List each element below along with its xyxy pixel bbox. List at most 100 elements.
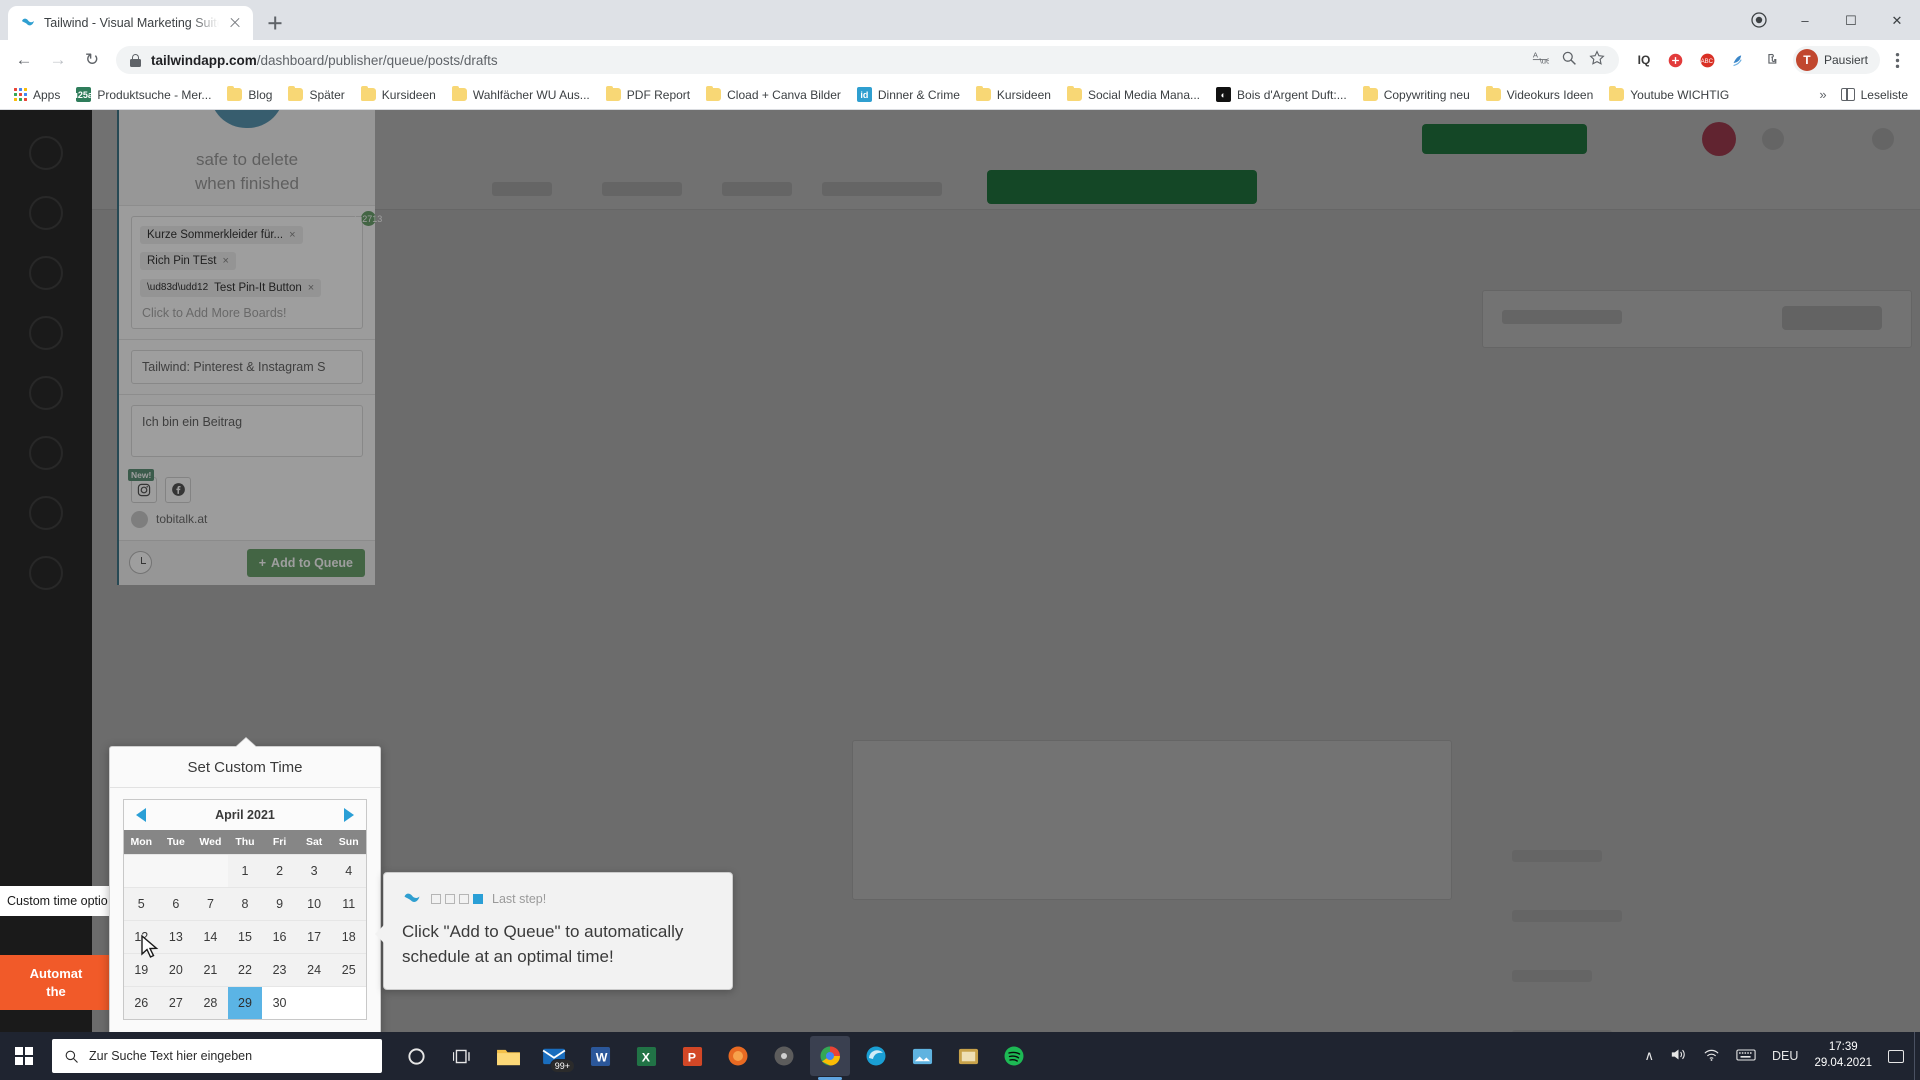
remove-board-icon[interactable]: ×: [308, 282, 314, 294]
calendar-day[interactable]: 25: [331, 953, 366, 986]
calendar-day[interactable]: 22: [227, 953, 263, 986]
bookmark-apps[interactable]: Apps: [6, 85, 68, 105]
calendar-day[interactable]: 9: [262, 887, 297, 920]
calendar-day[interactable]: 30: [262, 986, 297, 1019]
bookmark-item-wahlfaecher[interactable]: Wahlfächer WU Aus...: [444, 85, 598, 105]
calendar-day[interactable]: 20: [158, 953, 194, 986]
address-bar[interactable]: tailwindapp.com/dashboard/publisher/queu…: [116, 46, 1619, 74]
volume-icon[interactable]: [1670, 1047, 1687, 1065]
red-extension-icon[interactable]: [1661, 45, 1691, 75]
task-view-icon[interactable]: [442, 1036, 482, 1076]
taskbar-app-mail[interactable]: 99+: [534, 1036, 575, 1076]
taskbar-app-file-explorer[interactable]: [488, 1036, 528, 1076]
bookmark-item-blog[interactable]: Blog: [219, 85, 280, 105]
calendar-day[interactable]: 4: [331, 854, 366, 887]
record-icon[interactable]: [1736, 0, 1782, 40]
add-to-queue-button[interactable]: + Add to Queue: [246, 548, 365, 577]
wifi-icon[interactable]: [1703, 1047, 1720, 1065]
taskbar-search-input[interactable]: Zur Suche Text hier eingeben: [52, 1039, 382, 1073]
calendar-day[interactable]: 13: [158, 920, 194, 953]
bookmark-item-social-media[interactable]: Social Media Mana...: [1059, 85, 1208, 105]
calendar-day[interactable]: 3: [296, 854, 332, 887]
taskbar-app-chrome[interactable]: [810, 1036, 850, 1080]
calendar-day[interactable]: 2: [262, 854, 297, 887]
notification-icon[interactable]: [1888, 1049, 1904, 1063]
taskbar-app-word[interactable]: W: [580, 1036, 620, 1076]
taskbar-app-powerpoint[interactable]: P: [672, 1036, 712, 1076]
automate-button[interactable]: Automat the: [0, 955, 112, 1011]
calendar-day[interactable]: 14: [193, 920, 228, 953]
bookmark-item-youtube[interactable]: Youtube WICHTIG: [1601, 85, 1737, 105]
close-icon[interactable]: [227, 15, 243, 31]
start-button[interactable]: [0, 1032, 48, 1080]
board-chip[interactable]: Rich Pin TEst ×: [140, 252, 236, 270]
reload-button[interactable]: ↻: [76, 44, 108, 76]
calendar-day[interactable]: 1: [227, 854, 263, 887]
cortana-icon[interactable]: [396, 1036, 436, 1076]
clock-icon[interactable]: [129, 551, 152, 574]
taskbar-clock[interactable]: 17:39 29.04.2021: [1814, 1040, 1872, 1071]
calendar-day-selected[interactable]: 29: [227, 986, 263, 1019]
post-description-input[interactable]: Ich bin ein Beitrag: [131, 404, 363, 457]
bookmark-item-videokurs[interactable]: Videokurs Ideen: [1478, 85, 1602, 105]
calendar-day[interactable]: 15: [227, 920, 263, 953]
taskbar-app-edge[interactable]: [856, 1036, 896, 1076]
zoom-icon[interactable]: [1561, 50, 1577, 71]
back-button[interactable]: ←: [8, 44, 40, 76]
maximize-button[interactable]: ☐: [1828, 0, 1874, 40]
calendar-day[interactable]: 18: [331, 920, 366, 953]
forward-button[interactable]: →: [42, 44, 74, 76]
browser-tab[interactable]: Tailwind - Visual Marketing Suite: [8, 6, 253, 40]
calendar-day[interactable]: 24: [296, 953, 332, 986]
star-icon[interactable]: [1589, 49, 1605, 71]
reading-list-button[interactable]: Leseliste: [1840, 87, 1908, 102]
bookmark-item-kursideen-2[interactable]: Kursideen: [968, 85, 1059, 105]
bookmark-item-kursideen-1[interactable]: Kursideen: [353, 85, 444, 105]
blue-extension-icon[interactable]: [1725, 45, 1755, 75]
calendar-day[interactable]: 17: [296, 920, 332, 953]
taskbar-app-firefox[interactable]: [718, 1036, 758, 1076]
bookmark-item-spaeter[interactable]: Später: [280, 85, 352, 105]
abc-extension-icon[interactable]: ABC: [1693, 45, 1723, 75]
taskbar-app-spotify[interactable]: [994, 1036, 1034, 1076]
add-more-boards-hint[interactable]: Click to Add More Boards!: [140, 304, 354, 324]
prev-month-arrow-icon[interactable]: [136, 808, 146, 822]
bookmark-item-produktsuche[interactable]: \u25a6 Produktsuche - Mer...: [68, 84, 219, 105]
board-chip[interactable]: Kurze Sommerkleider für... ×: [140, 226, 303, 244]
remove-board-icon[interactable]: ×: [222, 255, 228, 267]
calendar-day[interactable]: 10: [296, 887, 332, 920]
bookmark-item-bois-dargent[interactable]: ◐ Bois d'Argent Duft:...: [1208, 84, 1355, 105]
chevron-double-right-icon[interactable]: »: [1819, 87, 1826, 102]
calendar-day[interactable]: 27: [158, 986, 194, 1019]
iq-extension-icon[interactable]: IQ: [1629, 45, 1659, 75]
puzzle-extension-icon[interactable]: [1757, 45, 1787, 75]
calendar-day[interactable]: 6: [158, 887, 194, 920]
language-indicator[interactable]: DEU: [1772, 1049, 1798, 1063]
tray-chevron-icon[interactable]: ∧: [1645, 1048, 1655, 1064]
boards-selector[interactable]: \u2713 Kurze Sommerkleider für... × Rich…: [131, 211, 382, 329]
close-window-button[interactable]: ✕: [1874, 0, 1920, 40]
taskbar-app-gallery[interactable]: [948, 1036, 988, 1076]
new-tab-button[interactable]: [261, 9, 289, 37]
remove-board-icon[interactable]: ×: [289, 229, 295, 241]
calendar-day[interactable]: 16: [262, 920, 297, 953]
show-desktop-button[interactable]: [1914, 1032, 1920, 1080]
calendar-day[interactable]: 11: [331, 887, 366, 920]
bookmark-item-copywriting[interactable]: Copywriting neu: [1355, 85, 1478, 105]
taskbar-app-excel[interactable]: X: [626, 1036, 666, 1076]
next-month-arrow-icon[interactable]: [343, 808, 354, 822]
bookmark-item-dinner-crime[interactable]: id Dinner & Crime: [849, 84, 968, 105]
kebab-menu-icon[interactable]: [1882, 45, 1912, 75]
calendar-day[interactable]: 7: [193, 887, 228, 920]
calendar-day[interactable]: 5: [124, 887, 159, 920]
keyboard-icon[interactable]: [1736, 1048, 1756, 1065]
taskbar-app-disc[interactable]: [764, 1036, 804, 1076]
bookmark-item-cload-canva[interactable]: Cload + Canva Bilder: [698, 85, 849, 105]
calendar-day[interactable]: 8: [227, 887, 263, 920]
taskbar-app-photo[interactable]: [902, 1036, 942, 1076]
bookmark-item-pdf-report[interactable]: PDF Report: [598, 85, 698, 105]
post-title-input[interactable]: Tailwind: Pinterest & Instagram S: [131, 349, 363, 384]
calendar-day[interactable]: 21: [193, 953, 228, 986]
instagram-icon[interactable]: New!: [128, 468, 157, 503]
minimize-button[interactable]: –: [1782, 0, 1828, 40]
